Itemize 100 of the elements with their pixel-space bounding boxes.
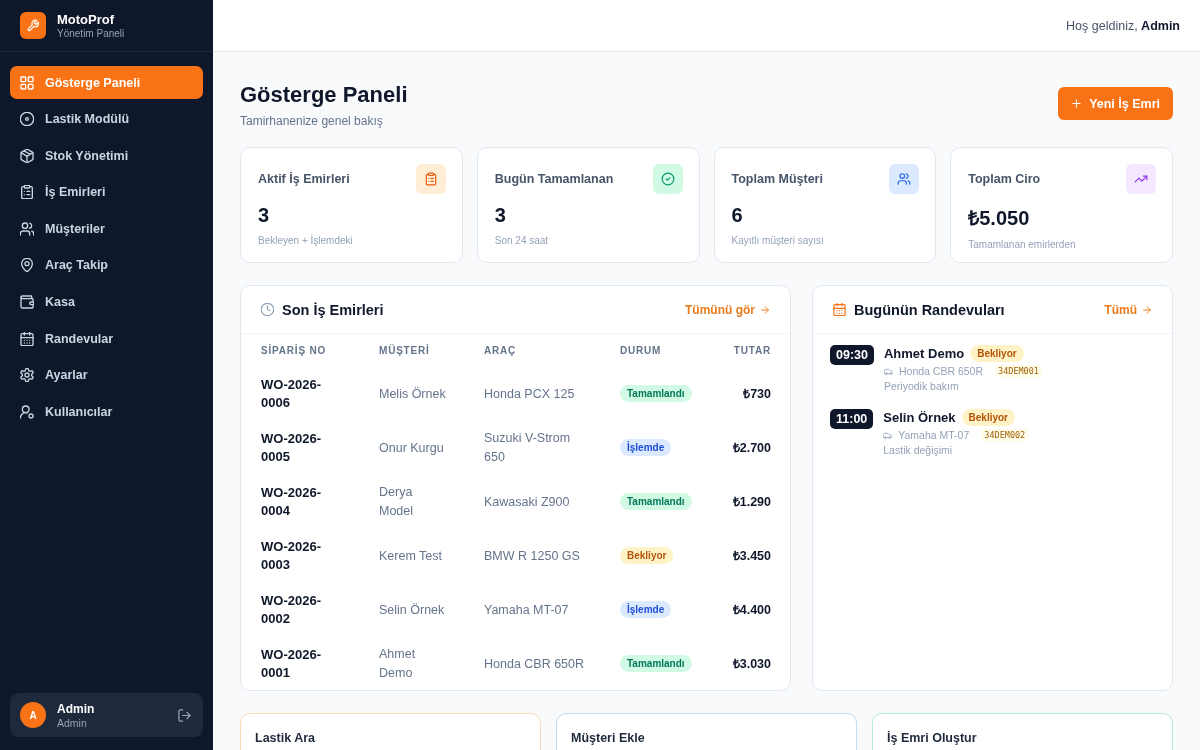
app-name: MotoProf: [57, 12, 116, 27]
page-title: Gösterge Paneli: [240, 82, 408, 108]
appointment-time: 09:30: [830, 345, 874, 365]
customer-name: Onur Kurgu: [379, 440, 444, 455]
customer-name: Selin Örnek: [379, 602, 445, 617]
nav-item[interactable]: Ayarlar: [10, 358, 203, 392]
logout-icon[interactable]: [178, 708, 191, 722]
column-header: TUTAR: [733, 344, 771, 356]
order-amount: ₺3.450: [732, 547, 771, 564]
wallet-icon: [20, 295, 34, 310]
stat-note: Son 24 saat: [494, 235, 549, 246]
quick-action-card[interactable]: Müşteri Ekle: [556, 713, 857, 750]
map-pin-icon: [20, 258, 34, 273]
column-header: DURUM: [620, 344, 663, 356]
nav-item[interactable]: Müşteriler: [10, 212, 203, 246]
user-role: Admin: [57, 716, 87, 729]
customer-name: Kerem Test: [379, 548, 442, 563]
quick-action-title: Lastik Ara: [255, 731, 315, 745]
status-badge: Tamamlandı: [620, 384, 692, 402]
order-amount: ₺4.400: [732, 601, 771, 618]
column-header: SİPARİŞ NO: [261, 344, 328, 356]
quick-action-card[interactable]: İş Emri Oluştur: [872, 713, 1173, 750]
vehicle-name: Yamaha MT-07: [484, 602, 569, 617]
user-name: Admin: [57, 701, 95, 716]
calendar-icon: [833, 303, 846, 316]
vehicle-icon: [884, 366, 893, 376]
quick-action-title: İş Emri Oluştur: [887, 731, 977, 745]
quick-action-card[interactable]: Lastik Ara: [240, 713, 541, 750]
nav-item[interactable]: İş Emirleri: [10, 175, 203, 209]
customer-name: Derya Model: [379, 485, 414, 518]
nav-item[interactable]: Stok Yönetimi: [10, 139, 203, 173]
column-header: ARAÇ: [484, 344, 518, 356]
appointment-time: 11:00: [830, 409, 874, 429]
customer-name: Melis Örnek: [379, 386, 446, 401]
welcome-text: Hoş geldiniz, Admin: [1066, 18, 1180, 33]
order-amount: ₺2.700: [732, 439, 771, 456]
vehicle-name: Kawasaki Z900: [484, 494, 570, 509]
stat-value: ₺5.050: [968, 206, 1030, 231]
page-subtitle: Tamirhanenize genel bakış: [240, 114, 383, 128]
order-number: WO-2026-0002: [261, 593, 321, 626]
stat-label: Aktif İş Emirleri: [258, 172, 350, 186]
nav-item[interactable]: Kullanıcılar: [10, 395, 203, 429]
status-badge: Bekliyor: [970, 345, 1024, 362]
nav-item[interactable]: Randevular: [10, 322, 203, 356]
users-icon: [20, 221, 34, 236]
status-badge: Tamamlandı: [620, 492, 692, 510]
order-amount: ₺730: [743, 385, 771, 402]
settings-icon: [20, 368, 34, 383]
order-amount: ₺3.030: [732, 655, 771, 672]
appointment-service: Lastik değişimi: [883, 444, 953, 456]
appointment-service: Periyodik bakım: [884, 380, 959, 392]
appointment-customer: Ahmet Demo: [884, 346, 965, 361]
order-number: WO-2026-0006: [261, 377, 321, 410]
status-badge: Tamamlandı: [620, 654, 692, 672]
nav-item[interactable]: Kasa: [10, 285, 203, 319]
stat-note: Bekleyen + İşlemdeki: [258, 235, 353, 246]
panel-title: Son İş Emirleri: [282, 301, 384, 318]
appointment-vehicle: Honda CBR 650R: [899, 365, 984, 377]
wrench-logo-icon: [20, 12, 46, 39]
panel-title: Bugünün Randevuları: [854, 301, 1005, 318]
column-header: MÜŞTERİ: [379, 344, 431, 356]
stat-label: Toplam Müşteri: [731, 172, 823, 186]
status-badge: İşlemde: [620, 438, 672, 456]
plus-icon: [1071, 98, 1083, 109]
license-plate: 34DEM001: [995, 365, 1042, 377]
stat-label: Bugün Tamamlanan: [494, 172, 614, 186]
license-plate: 34DEM002: [981, 429, 1029, 441]
customer-name: Ahmet Demo: [379, 647, 416, 680]
vehicle-name: Honda CBR 650R: [484, 656, 585, 671]
order-number: WO-2026-0004: [261, 485, 321, 518]
users-icon: [889, 164, 920, 194]
calendar-icon: [20, 331, 34, 346]
stat-label: Toplam Ciro: [968, 172, 1041, 186]
nav-item[interactable]: Araç Takip: [10, 248, 203, 282]
arrow-right-icon: [760, 304, 770, 315]
user-avatar: A: [20, 702, 46, 728]
trend-up-icon: [1126, 164, 1156, 194]
user-icon: [20, 404, 34, 419]
order-number: WO-2026-0005: [261, 431, 321, 464]
quick-action-title: Müşteri Ekle: [571, 731, 645, 745]
order-number: WO-2026-0003: [261, 539, 321, 572]
app-subtitle: Yönetim Paneli: [57, 28, 125, 39]
vehicle-name: Honda PCX 125: [484, 386, 575, 401]
clipboard-icon: [20, 185, 34, 200]
order-number: WO-2026-0001: [261, 647, 321, 680]
appointment-customer: Selin Örnek: [883, 410, 956, 425]
stat-value: 6: [731, 204, 743, 227]
stat-note: Tamamlanan emirlerden: [968, 239, 1076, 250]
vehicle-name: BMW R 1250 GS: [484, 548, 580, 563]
order-amount: ₺1.290: [732, 493, 771, 510]
status-badge: Bekliyor: [620, 546, 674, 564]
box-icon: [20, 148, 34, 163]
stat-value: 3: [258, 204, 270, 227]
arrow-right-icon: [1142, 304, 1152, 315]
stat-note: Kayıtlı müşteri sayısı: [731, 235, 824, 246]
grid-icon: [20, 75, 34, 90]
clipboard-icon: [415, 164, 446, 194]
vehicle-icon: [883, 430, 893, 440]
vehicle-name: Suzuki V-Strom 650: [484, 431, 571, 464]
nav-item[interactable]: Lastik Modülü: [10, 102, 203, 136]
